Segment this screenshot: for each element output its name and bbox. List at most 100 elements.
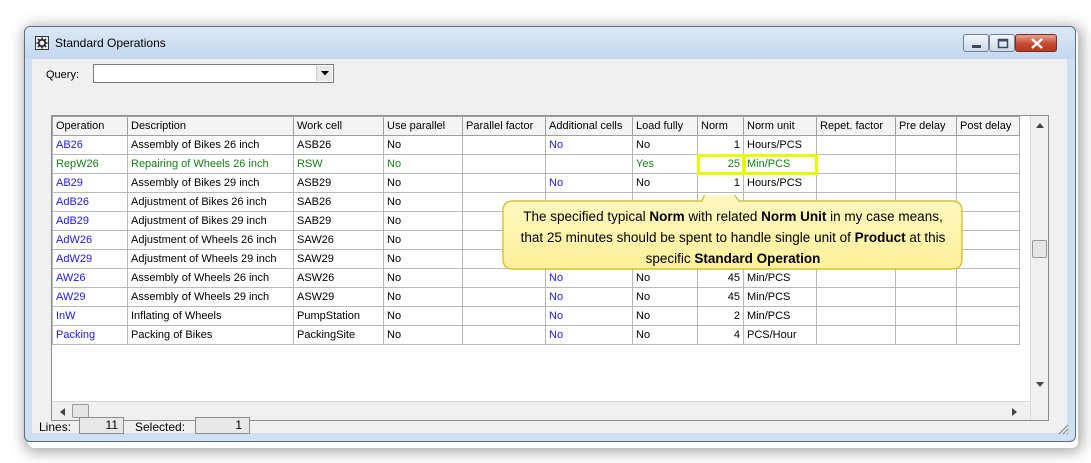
cell-parallel-factor[interactable] [462, 173, 546, 193]
maximize-button[interactable] [989, 34, 1015, 52]
cell-norm-unit[interactable]: Min/PCS [742, 153, 818, 175]
column-header-load-fully[interactable]: Load fully [632, 116, 698, 136]
cell-parallel-factor[interactable] [462, 325, 546, 345]
cell-norm-unit[interactable]: Min/PCS [743, 306, 817, 326]
cell-additional-cells[interactable]: No [545, 135, 633, 155]
cell-pre-delay[interactable] [895, 306, 957, 326]
column-header-norm-unit[interactable]: Norm unit [743, 116, 817, 136]
cell-work-cell[interactable]: ASB26 [293, 135, 384, 155]
vertical-scroll-thumb[interactable] [1032, 240, 1047, 258]
cell-operation[interactable]: AdW29 [52, 249, 128, 269]
cell-description[interactable]: Adjustment of Wheels 26 inch [127, 230, 294, 250]
table-row[interactable]: AW29 Assembly of Wheels 29 inch ASW29 No No N… [52, 287, 1020, 307]
cell-work-cell[interactable]: SAW26 [293, 230, 384, 250]
cell-work-cell[interactable]: ASW29 [293, 287, 384, 307]
arrow-up-icon[interactable] [1036, 123, 1044, 128]
cell-repet-factor[interactable] [816, 135, 896, 155]
cell-work-cell[interactable]: PackingSite [293, 325, 384, 345]
cell-repet-factor[interactable] [816, 173, 896, 193]
table-row[interactable]: AB26 Assembly of Bikes 26 inch ASB26 No No No… [52, 135, 1020, 155]
cell-description[interactable]: Packing of Bikes [127, 325, 294, 345]
cell-work-cell[interactable]: SAB29 [293, 211, 384, 231]
cell-parallel-factor[interactable] [462, 287, 546, 307]
cell-use-parallel[interactable]: No [383, 268, 463, 288]
cell-use-parallel[interactable]: No [383, 287, 463, 307]
cell-load-fully[interactable]: No [632, 287, 698, 307]
cell-norm[interactable]: 2 [697, 306, 744, 326]
cell-norm-unit[interactable]: Min/PCS [743, 287, 817, 307]
cell-additional-cells[interactable]: No [545, 325, 633, 345]
column-header-repet-factor[interactable]: Repet. factor [816, 116, 896, 136]
cell-description[interactable]: Adjustment of Bikes 29 inch [127, 211, 294, 231]
cell-work-cell[interactable]: PumpStation [293, 306, 384, 326]
cell-description[interactable]: Assembly of Wheels 29 inch [127, 287, 294, 307]
cell-pre-delay[interactable] [895, 154, 957, 174]
cell-pre-delay[interactable] [895, 287, 957, 307]
cell-operation[interactable]: AB26 [52, 135, 128, 155]
cell-work-cell[interactable]: SAW29 [293, 249, 384, 269]
cell-load-fully[interactable]: No [632, 306, 698, 326]
cell-additional-cells[interactable]: No [545, 306, 633, 326]
cell-operation[interactable]: AdB26 [52, 192, 128, 212]
cell-norm[interactable]: 4 [697, 325, 744, 345]
cell-post-delay[interactable] [956, 135, 1020, 155]
cell-load-fully[interactable]: No [632, 135, 698, 155]
cell-description[interactable]: Inflating of Wheels [127, 306, 294, 326]
cell-use-parallel[interactable]: No [383, 173, 463, 193]
cell-post-delay[interactable] [956, 306, 1020, 326]
cell-use-parallel[interactable]: No [383, 192, 463, 212]
cell-repet-factor[interactable] [816, 306, 896, 326]
cell-parallel-factor[interactable] [462, 135, 546, 155]
cell-norm-unit[interactable]: PCS/Hour [743, 325, 817, 345]
cell-operation[interactable]: AW29 [52, 287, 128, 307]
table-row[interactable]: InW Inflating of Wheels PumpStation No No No 2… [52, 306, 1020, 326]
column-header-pre-delay[interactable]: Pre delay [895, 116, 957, 136]
cell-norm-unit[interactable]: Hours/PCS [743, 173, 817, 193]
table-row[interactable]: Packing Packing of Bikes PackingSite No No No… [52, 325, 1020, 345]
cell-work-cell[interactable]: ASB29 [293, 173, 384, 193]
cell-operation[interactable]: InW [52, 306, 128, 326]
cell-description[interactable]: Adjustment of Wheels 29 inch [127, 249, 294, 269]
cell-use-parallel[interactable]: No [383, 249, 463, 269]
close-button[interactable] [1015, 34, 1057, 52]
cell-load-fully[interactable]: No [632, 325, 698, 345]
cell-pre-delay[interactable] [895, 325, 957, 345]
cell-norm[interactable]: 25 [696, 153, 745, 175]
cell-pre-delay[interactable] [895, 135, 957, 155]
cell-work-cell[interactable]: RSW [293, 154, 384, 174]
cell-norm[interactable]: 45 [697, 287, 744, 307]
cell-operation[interactable]: AB29 [52, 173, 128, 193]
cell-use-parallel[interactable]: No [383, 135, 463, 155]
cell-parallel-factor[interactable] [462, 306, 546, 326]
table-row[interactable]: AB29 Assembly of Bikes 29 inch ASB29 No No No… [52, 173, 1020, 193]
cell-post-delay[interactable] [956, 154, 1020, 174]
cell-repet-factor[interactable] [816, 154, 896, 174]
title-bar[interactable]: Standard Operations [25, 27, 1075, 59]
cell-repet-factor[interactable] [816, 325, 896, 345]
table-row[interactable]: RepW26 Repairing of Wheels 26 inch RSW No Ye… [52, 153, 1020, 175]
cell-description[interactable]: Adjustment of Bikes 26 inch [127, 192, 294, 212]
cell-use-parallel[interactable]: No [383, 306, 463, 326]
cell-work-cell[interactable]: SAB26 [293, 192, 384, 212]
cell-norm[interactable]: 1 [697, 135, 744, 155]
column-header-operation[interactable]: Operation [52, 116, 128, 136]
cell-additional-cells[interactable] [545, 154, 633, 174]
column-header-post-delay[interactable]: Post delay [956, 116, 1020, 136]
cell-description[interactable]: Repairing of Wheels 26 inch [127, 154, 294, 174]
column-header-parallel-factor[interactable]: Parallel factor [462, 116, 546, 136]
cell-operation[interactable]: AdW26 [52, 230, 128, 250]
cell-load-fully[interactable]: No [632, 173, 698, 193]
cell-operation[interactable]: RepW26 [52, 154, 128, 174]
cell-parallel-factor[interactable] [462, 154, 546, 174]
cell-norm[interactable]: 1 [697, 173, 744, 193]
cell-post-delay[interactable] [956, 173, 1020, 193]
cell-description[interactable]: Assembly of Wheels 26 inch [127, 268, 294, 288]
cell-use-parallel[interactable]: No [383, 230, 463, 250]
query-select[interactable] [93, 64, 334, 83]
column-header-use-parallel[interactable]: Use parallel [383, 116, 463, 136]
cell-additional-cells[interactable]: No [545, 287, 633, 307]
cell-additional-cells[interactable]: No [545, 173, 633, 193]
cell-description[interactable]: Assembly of Bikes 29 inch [127, 173, 294, 193]
cell-norm-unit[interactable]: Hours/PCS [743, 135, 817, 155]
cell-description[interactable]: Assembly of Bikes 26 inch [127, 135, 294, 155]
